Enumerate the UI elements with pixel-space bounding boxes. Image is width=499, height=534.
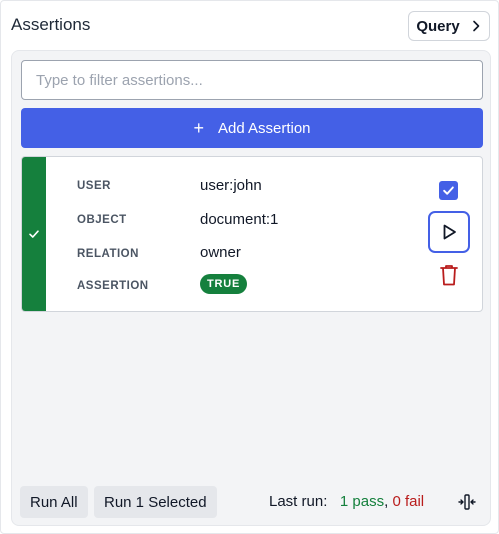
assertions-window: Assertions Query + Add Assertion USER us…: [0, 0, 499, 534]
status-pass-bar: [22, 157, 46, 311]
collapse-panel-icon[interactable]: [457, 492, 477, 512]
assertion-card: USER user:john OBJECT document:1 RELATIO…: [21, 156, 483, 312]
relation-label: RELATION: [77, 248, 139, 260]
fail-count: 0 fail: [392, 493, 425, 510]
select-checkbox[interactable]: [439, 181, 458, 200]
page-title: Assertions: [11, 15, 91, 34]
filter-input[interactable]: [21, 60, 483, 100]
assertions-panel: + Add Assertion USER user:john OBJECT do…: [11, 50, 491, 526]
query-button-label: Query: [416, 17, 460, 35]
plus-icon: +: [193, 118, 204, 138]
relation-value: owner: [200, 244, 241, 261]
assertion-label: ASSERTION: [77, 280, 149, 292]
object-value: document:1: [200, 211, 279, 228]
add-assertion-label: Add Assertion: [217, 119, 311, 137]
check-icon: [29, 230, 39, 238]
checkmark-icon: [443, 186, 454, 195]
assertion-value-badge: TRUE: [200, 274, 248, 294]
add-assertion-button[interactable]: + Add Assertion: [21, 108, 483, 148]
object-label: OBJECT: [77, 214, 127, 226]
trash-icon[interactable]: [438, 263, 460, 287]
query-button[interactable]: Query: [408, 11, 490, 41]
last-run-label: Last run:: [269, 493, 328, 510]
run-all-button[interactable]: Run All: [20, 486, 88, 518]
pass-count: 1 pass: [339, 493, 385, 510]
chevron-right-icon: [472, 20, 479, 32]
user-label: USER: [77, 180, 111, 192]
play-icon: [443, 224, 456, 240]
last-run-summary: Last run: 1 pass, 0 fail: [269, 493, 424, 510]
run-selected-button[interactable]: Run 1 Selected: [94, 486, 217, 518]
result-separator: ,: [384, 493, 389, 510]
run-assertion-button[interactable]: [428, 211, 470, 253]
user-value: user:john: [200, 177, 262, 194]
